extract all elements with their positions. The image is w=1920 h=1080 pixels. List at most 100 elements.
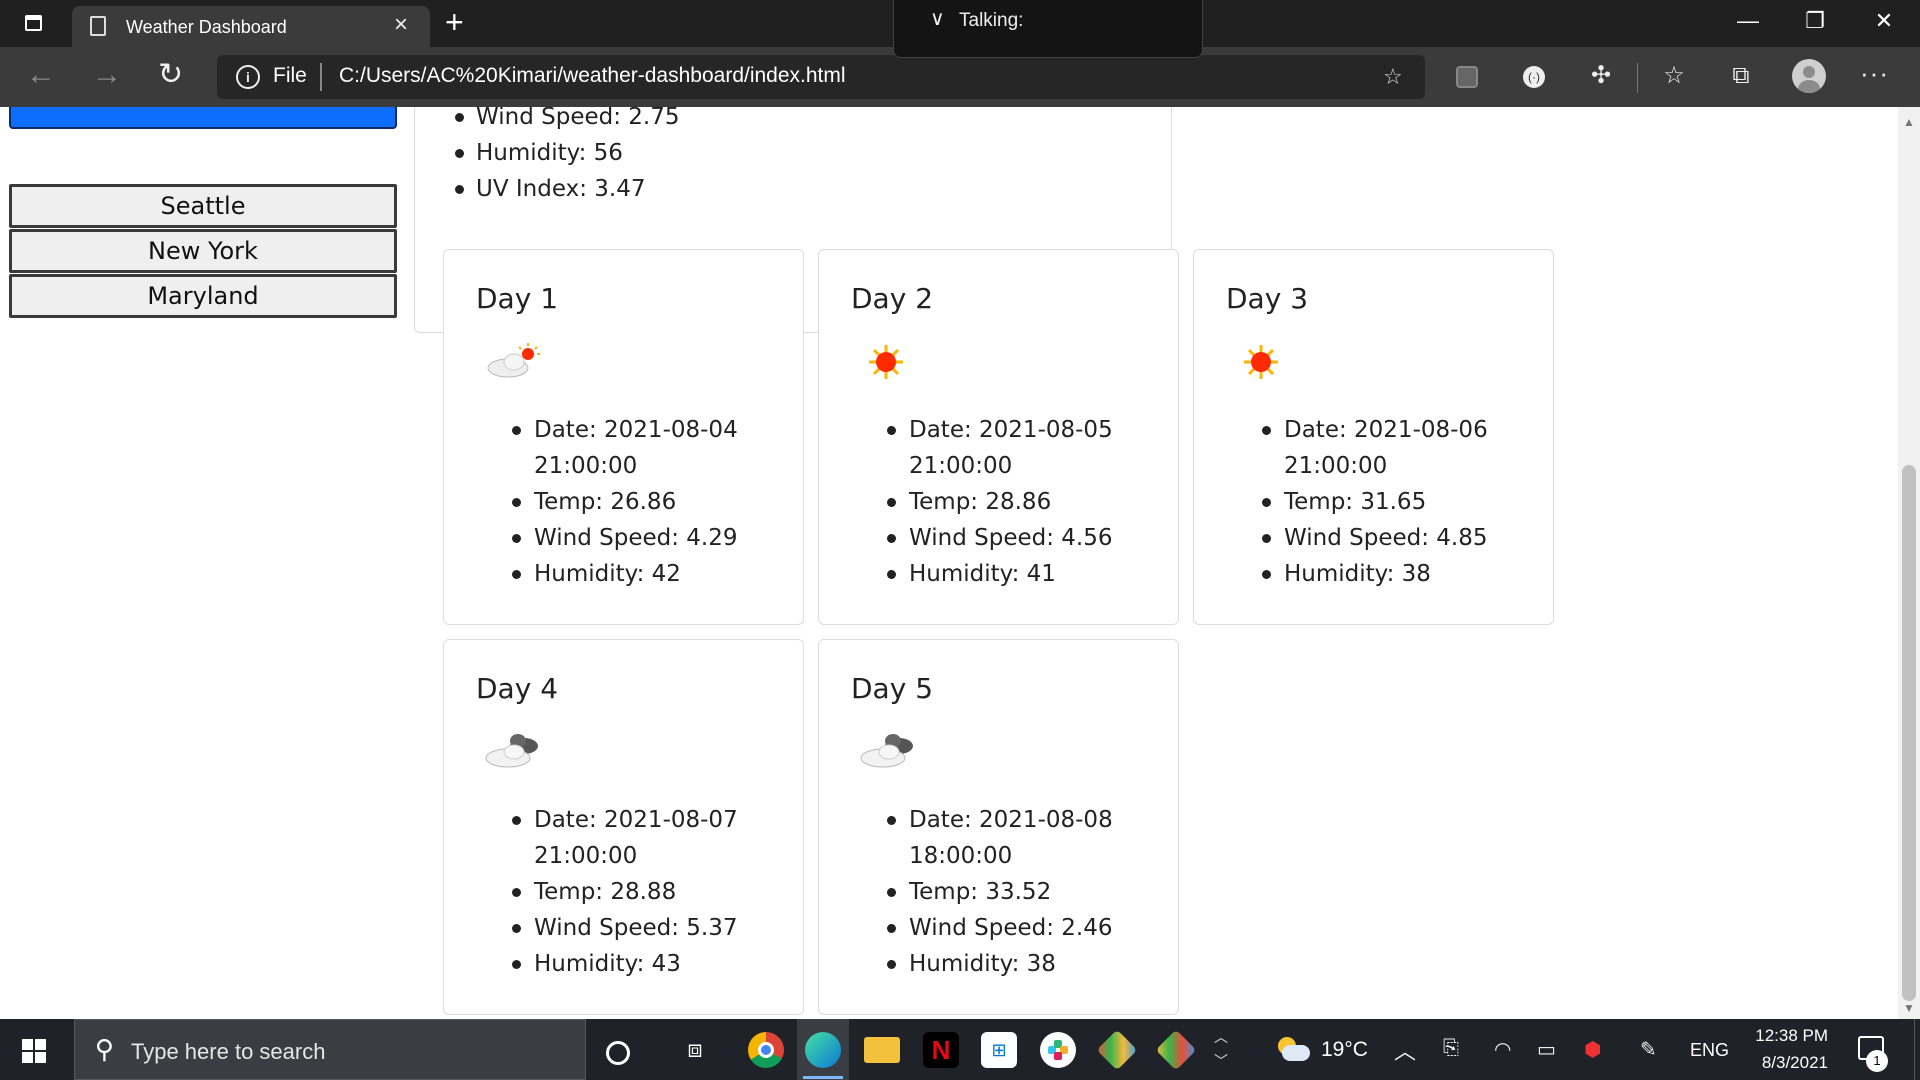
date-item: Date: 2021-08-07 21:00:00 — [474, 802, 794, 874]
notification-app-icon[interactable]: ⬢ — [1584, 1037, 1601, 1062]
humidity-item: Humidity: 56 — [415, 135, 1171, 171]
clouds-icon — [860, 734, 913, 768]
temp-item: Temp: 28.88 — [474, 874, 794, 910]
back-arrow-icon[interactable]: ← — [26, 58, 56, 92]
clouds-icon — [485, 734, 538, 768]
day-title: Day 5 — [851, 672, 934, 705]
new-tab-button[interactable]: + — [445, 4, 464, 40]
task-view-icon[interactable]: ⧈ — [677, 1032, 713, 1068]
file-explorer-icon[interactable] — [864, 1037, 900, 1063]
talking-panel[interactable]: ∨ Talking: — [893, 0, 1203, 58]
more-menu-icon[interactable]: ··· — [1860, 58, 1889, 89]
microsoft-store-icon[interactable]: ⊞ — [981, 1032, 1017, 1068]
refresh-icon[interactable]: ↻ — [158, 58, 183, 92]
taskbar-search-placeholder: Type here to search — [131, 1039, 326, 1064]
taskbar-search-box[interactable]: ⚲ Type here to search — [74, 1019, 586, 1080]
show-hidden-icons-icon[interactable]: ︿ — [1394, 1034, 1416, 1066]
cortana-icon[interactable] — [606, 1041, 630, 1065]
scrollbar-thumb[interactable] — [1902, 465, 1916, 1001]
page-icon — [90, 16, 106, 36]
slack-icon[interactable] — [1040, 1032, 1076, 1068]
page-viewport: Search Seattle New York Maryland Wind Sp… — [0, 107, 1898, 1019]
forecast-card-day-5: Day 5 Date: 2021-08-08 18:00:00 Temp: 33.… — [818, 639, 1179, 1015]
pen-icon[interactable]: ✎ — [1640, 1037, 1657, 1062]
url-divider — [320, 63, 322, 91]
favorite-add-icon[interactable]: ☆ — [1383, 64, 1403, 90]
tab-actions-button[interactable] — [18, 11, 48, 36]
url-input[interactable]: C:/Users/AC%20Kimari/weather-dashboard/i… — [339, 64, 846, 88]
wind-speed-item: Wind Speed: 4.56 — [849, 520, 1169, 556]
day-details-list: Date: 2021-08-04 21:00:00 Temp: 26.86 Win… — [474, 412, 794, 592]
forecast-card-day-2: Day 2 Date: 2021-08-05 21:00:00 Temp: 28.… — [818, 249, 1179, 625]
close-window-button[interactable]: ✕ — [1864, 8, 1904, 34]
extension-circle-icon[interactable]: (·) — [1519, 61, 1549, 91]
humidity-item: Humidity: 38 — [1224, 556, 1544, 592]
sun-icon — [1244, 345, 1278, 379]
humidity-item: Humidity: 38 — [849, 946, 1169, 982]
app-a-icon[interactable] — [1096, 1029, 1138, 1071]
language-indicator[interactable]: ENG — [1690, 1040, 1729, 1061]
restore-button[interactable]: ❐ — [1795, 8, 1835, 34]
wind-speed-item: Wind Speed: 2.75 — [415, 107, 1171, 135]
collections-icon[interactable]: ⧉ — [1726, 61, 1756, 91]
date-item: Date: 2021-08-04 21:00:00 — [474, 412, 794, 484]
tab-close-button[interactable]: × — [394, 13, 408, 37]
search-button[interactable]: Search — [9, 107, 397, 129]
day-details-list: Date: 2021-08-06 21:00:00 Temp: 31.65 Win… — [1224, 412, 1544, 592]
current-details-list: Wind Speed: 2.75 Humidity: 56 UV Index: … — [415, 107, 1171, 207]
humidity-item: Humidity: 41 — [849, 556, 1169, 592]
clock-time[interactable]: 12:38 PM — [1750, 1026, 1828, 1046]
meet-now-icon[interactable]: ⎘ — [1443, 1037, 1459, 1060]
day-details-list: Date: 2021-08-05 21:00:00 Temp: 28.86 Win… — [849, 412, 1169, 592]
show-desktop-button[interactable] — [1914, 1019, 1920, 1080]
clock-date[interactable]: 8/3/2021 — [1750, 1053, 1828, 1073]
chrome-icon[interactable] — [748, 1032, 784, 1068]
battery-icon[interactable]: ▭ — [1537, 1037, 1556, 1062]
temp-item: Temp: 26.86 — [474, 484, 794, 520]
weather-widget-icon[interactable] — [1274, 1037, 1310, 1063]
scroll-down-icon[interactable]: ▼ — [1903, 1001, 1915, 1015]
humidity-item: Humidity: 42 — [474, 556, 794, 592]
extension-app-icon[interactable] — [1452, 61, 1482, 91]
day-title: Day 1 — [476, 282, 559, 315]
address-bar[interactable]: i File C:/Users/AC%20Kimari/weather-dash… — [217, 55, 1425, 99]
page-scrollbar[interactable]: ▲ ▼ — [1898, 107, 1920, 1019]
taskbar: ⚲ Type here to search ⧈ N ⊞ ︿ ﹀ 19°C ︿ ⎘ … — [0, 1019, 1920, 1080]
profile-avatar[interactable] — [1792, 59, 1826, 93]
minimize-button[interactable]: — — [1728, 8, 1768, 34]
browser-tab[interactable]: Weather Dashboard × — [72, 6, 430, 47]
active-app-indicator — [803, 1076, 843, 1079]
windows-start-icon[interactable] — [22, 1039, 46, 1063]
forecast-card-day-3: Day 3 Date: 2021-08-06 21:00:00 Temp: 31.… — [1193, 249, 1554, 625]
edge-icon[interactable] — [805, 1032, 841, 1068]
netflix-icon[interactable]: N — [923, 1032, 959, 1068]
city-button-seattle[interactable]: Seattle — [9, 184, 397, 228]
wind-speed-item: Wind Speed: 2.46 — [849, 910, 1169, 946]
favorites-icon[interactable]: ☆ — [1659, 61, 1689, 91]
url-scheme-label: File — [273, 64, 307, 87]
day-title: Day 2 — [851, 282, 934, 315]
notification-count-badge: 1 — [1866, 1050, 1888, 1072]
wind-speed-item: Wind Speed: 4.29 — [474, 520, 794, 556]
date-item: Date: 2021-08-08 18:00:00 — [849, 802, 1169, 874]
info-icon[interactable]: i — [236, 65, 260, 89]
tab-actions-icon — [25, 15, 42, 31]
weather-widget-temp[interactable]: 19°C — [1321, 1038, 1368, 1062]
talking-label: Talking: — [959, 10, 1024, 31]
city-button-new-york[interactable]: New York — [9, 229, 397, 273]
app-b-icon[interactable] — [1155, 1029, 1197, 1071]
city-button-maryland[interactable]: Maryland — [9, 274, 397, 318]
chevron-down-icon: ∨ — [930, 8, 945, 30]
date-item: Date: 2021-08-05 21:00:00 — [849, 412, 1169, 484]
forward-arrow-icon[interactable]: → — [92, 58, 122, 92]
extensions-puzzle-icon[interactable]: ✣ — [1586, 61, 1616, 91]
taskbar-scroll-icon[interactable]: ︿ ﹀ — [1214, 1025, 1228, 1073]
toolbar-divider — [1637, 63, 1638, 93]
humidity-item: Humidity: 43 — [474, 946, 794, 982]
scroll-up-icon[interactable]: ▲ — [1903, 115, 1915, 129]
wifi-icon[interactable]: ◠ — [1494, 1037, 1511, 1062]
cloud-sun-icon — [487, 343, 540, 378]
sun-icon — [869, 345, 903, 379]
day-details-list: Date: 2021-08-07 21:00:00 Temp: 28.88 Win… — [474, 802, 794, 982]
forecast-card-day-1: Day 1 Date: 2021-08-04 21:00:00 Temp: 26.… — [443, 249, 804, 625]
